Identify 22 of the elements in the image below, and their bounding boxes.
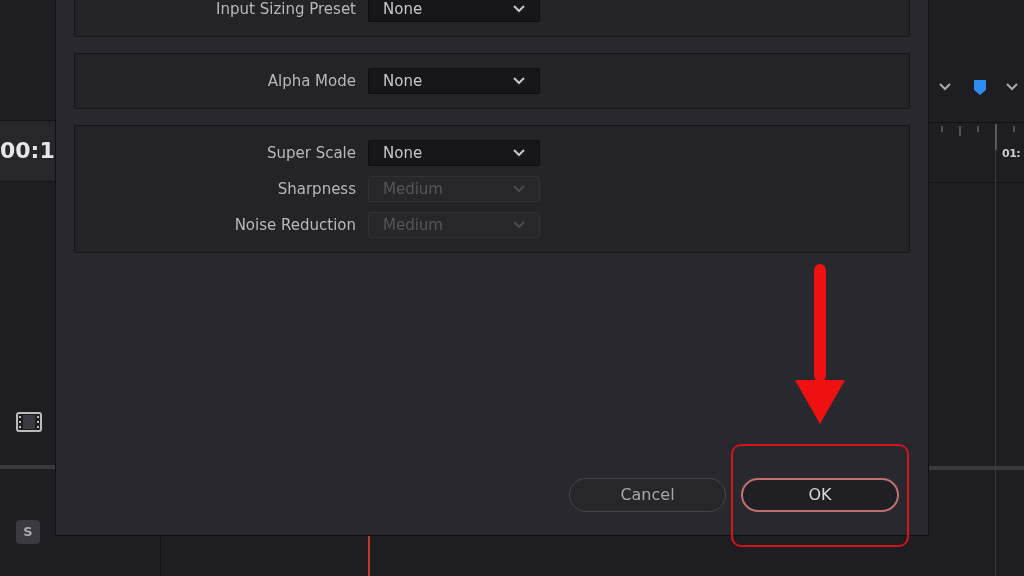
chevron-down-icon[interactable] [1005,82,1019,92]
film-strip-icon[interactable] [16,412,42,432]
field-label: Super Scale [265,142,356,164]
marker-icon[interactable] [972,78,988,96]
chevron-down-icon [513,185,525,193]
field-label: Noise Reduction [233,214,356,236]
chevron-down-icon [513,221,525,229]
chevron-down-icon [513,149,525,157]
field-label: Sharpness [276,178,356,200]
dropdown[interactable]: None [368,140,540,166]
ruler-label: 01: [1002,146,1021,162]
field-label: Input Sizing Preset [215,0,356,20]
chevron-down-icon [513,77,525,85]
ok-button[interactable]: OK [741,478,899,512]
chevron-down-icon[interactable] [938,82,952,92]
timecode: 00:1 [0,140,55,162]
solo-button[interactable]: S [16,520,40,544]
dropdown[interactable]: None [368,68,540,94]
field-label: Alpha Mode [266,70,356,92]
cancel-button[interactable]: Cancel [569,478,726,512]
dropdown[interactable]: None [368,0,540,22]
chevron-down-icon [513,5,525,13]
